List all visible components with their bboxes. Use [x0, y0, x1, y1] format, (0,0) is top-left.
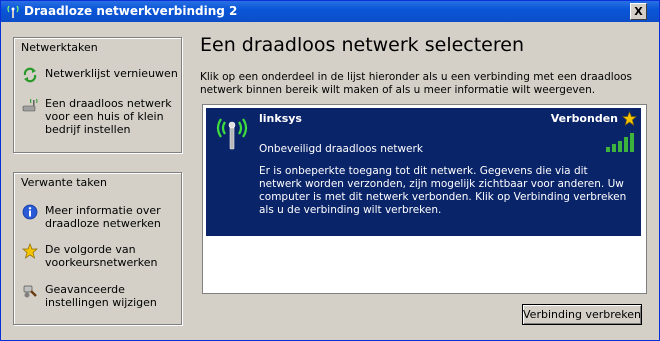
instructions-text: Klik op een onderdeel in de lijst hieron…	[200, 71, 633, 96]
network-tasks-header: Netwerktaken	[21, 41, 98, 54]
task-pane: Netwerktaken Netwerklijst vernieuwen Een…	[4, 25, 190, 337]
close-icon: X	[634, 5, 643, 18]
network-tasks-group: Netwerktaken Netwerklijst vernieuwen Een…	[13, 37, 182, 153]
content-area: Netwerktaken Netwerklijst vernieuwen Een…	[4, 25, 656, 337]
more-info-label: Meer informatie over draadloze netwerken	[45, 204, 161, 230]
main-pane: Een draadloos netwerk selecteren Klik op…	[192, 25, 656, 337]
disconnect-button[interactable]: Verbinding verbreken	[522, 304, 642, 325]
security-status: Onbeveiligd draadloos netwerk	[259, 143, 423, 155]
preferred-star-icon	[622, 111, 637, 126]
network-item-linksys[interactable]: linksys Verbonden Onbeveiligd draadloos …	[205, 107, 642, 237]
close-button[interactable]: X	[630, 3, 647, 20]
refresh-network-list-task[interactable]: Netwerklijst vernieuwen	[22, 67, 178, 83]
refresh-icon	[23, 67, 37, 83]
wireless-setup-icon	[22, 98, 38, 112]
info-icon	[22, 204, 38, 220]
page-title: Een draadloos netwerk selecteren	[200, 34, 524, 56]
wireless-antenna-icon	[216, 118, 248, 150]
network-list[interactable]: linksys Verbonden Onbeveiligd draadloos …	[202, 104, 647, 294]
preferred-networks-order-label: De volgorde van voorkeursnetwerken	[45, 243, 158, 269]
related-tasks-group: Verwante taken Meer informatie over draa…	[13, 172, 182, 325]
advanced-settings-task[interactable]: Geavanceerde instellingen wijzigen	[22, 283, 177, 311]
network-details: Er is onbeperkte toegang tot dit netwerk…	[259, 165, 627, 216]
wireless-network-icon	[7, 5, 19, 18]
settings-icon	[23, 285, 37, 298]
title-bar[interactable]: Draadloze netwerkverbinding 2 X	[1, 1, 659, 22]
refresh-network-list-label: Netwerklijst vernieuwen	[45, 67, 178, 80]
related-tasks-header: Verwante taken	[21, 176, 108, 189]
more-info-task[interactable]: Meer informatie over draadloze netwerken	[22, 204, 177, 232]
window: Draadloze netwerkverbinding 2 X Netwerkt…	[0, 0, 660, 341]
setup-wireless-network-task[interactable]: Een draadloos netwerk voor een huis of k…	[22, 97, 177, 137]
window-title: Draadloze netwerkverbinding 2	[24, 4, 238, 18]
star-icon	[22, 243, 38, 259]
preferred-networks-order-task[interactable]: De volgorde van voorkeursnetwerken	[22, 243, 177, 271]
signal-strength-icon	[606, 133, 634, 152]
connection-status: Verbonden	[550, 112, 618, 125]
setup-wireless-network-label: Een draadloos netwerk voor een huis of k…	[45, 97, 172, 136]
network-name: linksys	[259, 112, 302, 125]
advanced-settings-label: Geavanceerde instellingen wijzigen	[45, 283, 157, 309]
